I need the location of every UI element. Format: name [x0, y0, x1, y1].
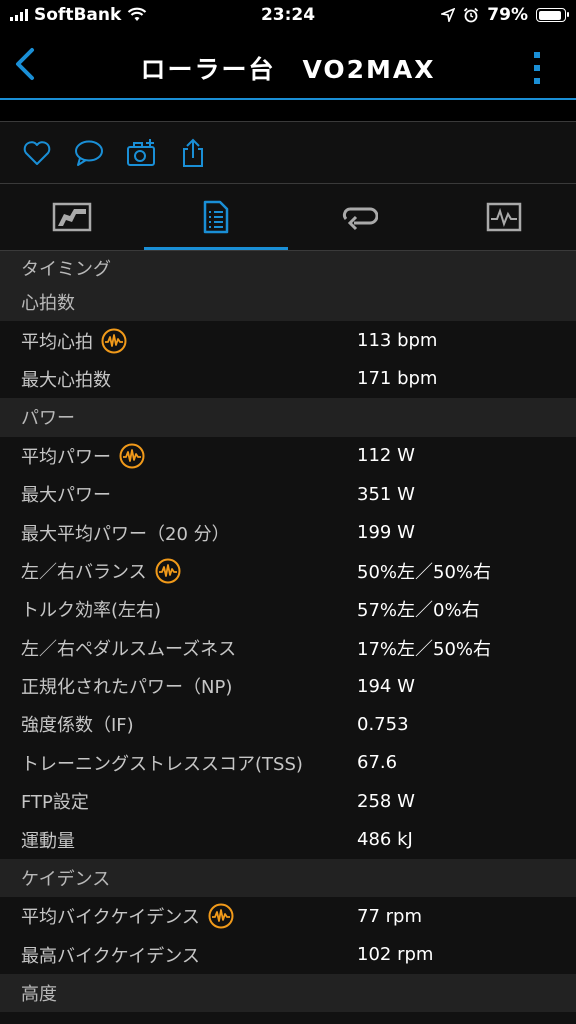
stat-label: トレーニングストレススコア(TSS)	[21, 753, 303, 775]
section-header-altitude: 高度	[0, 974, 576, 1013]
tab-bar	[0, 184, 576, 251]
charts-icon	[486, 202, 522, 232]
stat-label: 最大心拍数	[21, 369, 111, 391]
stats-icon	[203, 200, 229, 234]
stat-label: 正規化されたパワー（NP)	[21, 677, 233, 699]
stat-label: 強度係数（IF)	[21, 715, 134, 737]
tab-stats[interactable]	[144, 184, 288, 250]
list-item: FTP設定 258 W	[0, 782, 576, 821]
list-item: トレーニングストレススコア(TSS) 67.6	[0, 743, 576, 783]
list-item: 平均心拍 113 bpm	[0, 321, 576, 360]
laps-icon	[342, 207, 378, 231]
list-item: 平均バイクケイデンス 77 rpm	[0, 897, 576, 936]
list-item: 最高バイクケイデンス 102 rpm	[0, 935, 576, 975]
location-arrow-icon	[441, 8, 456, 22]
stat-value: 486 kJ	[357, 829, 413, 851]
action-bar	[0, 122, 576, 184]
stat-label: 最大平均パワー（20 分）	[21, 523, 230, 545]
stat-value: 258 W	[357, 790, 415, 812]
zone-badge-icon[interactable]	[119, 443, 145, 469]
stat-label: FTP設定	[21, 792, 89, 814]
stat-label-text: 左／右バランス	[21, 561, 147, 583]
add-photo-icon[interactable]	[126, 138, 156, 168]
stats-list: タイミング 心拍数 平均心拍 113 bpm 最大心拍数 171 bpm パワー…	[0, 251, 576, 1013]
summary-icon	[52, 202, 92, 232]
stat-value: 77 rpm	[357, 905, 422, 927]
stat-value: 0.753	[357, 713, 409, 735]
tab-summary[interactable]	[0, 184, 144, 250]
stat-label: 最大パワー	[21, 485, 111, 507]
stat-label: 左／右ペダルスムーズネス	[21, 638, 237, 660]
heart-icon[interactable]	[22, 138, 52, 168]
status-right: 79%	[441, 5, 569, 25]
stat-value: 50%左／50%右	[357, 561, 492, 583]
stat-value: 351 W	[357, 483, 415, 505]
tab-charts[interactable]	[432, 184, 576, 250]
section-header-timing: タイミング	[0, 251, 576, 283]
stat-label: 運動量	[21, 830, 75, 852]
section-header-heart-rate: 心拍数	[0, 283, 576, 322]
status-bar: SoftBank 23:24 79%	[0, 0, 576, 32]
stat-value: 194 W	[357, 675, 415, 697]
page-title: ローラー台 VO2MAX	[140, 55, 436, 84]
list-item: 最大心拍数 171 bpm	[0, 359, 576, 399]
zone-badge-icon[interactable]	[155, 558, 181, 584]
stat-value: 113 bpm	[357, 330, 438, 352]
stat-value: 57%左／0%右	[357, 600, 480, 622]
stat-label: 平均パワー	[21, 443, 145, 469]
list-item: 左／右ペダルスムーズネス 17%左／50%右	[0, 628, 576, 667]
header-spacer	[0, 100, 576, 122]
stat-value: 199 W	[357, 522, 415, 544]
stat-label: 最高バイクケイデンス	[21, 945, 200, 967]
stat-value: 102 rpm	[357, 944, 434, 966]
list-item: 強度係数（IF) 0.753	[0, 705, 576, 744]
stat-label-text: 平均バイクケイデンス	[21, 907, 200, 929]
stat-value: 17%左／50%右	[357, 638, 492, 660]
list-item: 最大パワー 351 W	[0, 474, 576, 514]
stat-label-text: 平均パワー	[21, 446, 111, 468]
stat-label: トルク効率(左右)	[21, 600, 162, 622]
stat-label: 平均心拍	[21, 328, 127, 354]
stat-label-text: 平均心拍	[21, 331, 93, 353]
nav-bar: ローラー台 VO2MAX	[0, 32, 576, 98]
battery-percent: 79%	[487, 5, 528, 25]
comment-icon[interactable]	[74, 138, 104, 168]
stat-value: 171 bpm	[357, 368, 438, 390]
list-item: 最大平均パワー（20 分） 199 W	[0, 513, 576, 552]
list-item: 正規化されたパワー（NP) 194 W	[0, 666, 576, 706]
list-item: トルク効率(左右) 57%左／0%右	[0, 590, 576, 629]
stat-value: 67.6	[357, 752, 398, 774]
alarm-icon	[464, 7, 479, 23]
more-vertical-icon[interactable]	[532, 50, 542, 86]
section-header-cadence: ケイデンス	[0, 858, 576, 898]
share-icon[interactable]	[178, 138, 208, 168]
stat-label: 左／右バランス	[21, 558, 181, 584]
battery-icon	[536, 8, 569, 22]
list-item: 平均パワー 112 W	[0, 436, 576, 475]
zone-badge-icon[interactable]	[208, 903, 234, 929]
list-item: 左／右バランス 50%左／50%右	[0, 551, 576, 591]
stat-value: 112 W	[357, 445, 415, 467]
tab-laps[interactable]	[288, 184, 432, 250]
section-header-power: パワー	[0, 398, 576, 437]
stat-label: 平均バイクケイデンス	[21, 903, 234, 929]
zone-badge-icon[interactable]	[101, 328, 127, 354]
list-item: 運動量 486 kJ	[0, 820, 576, 859]
